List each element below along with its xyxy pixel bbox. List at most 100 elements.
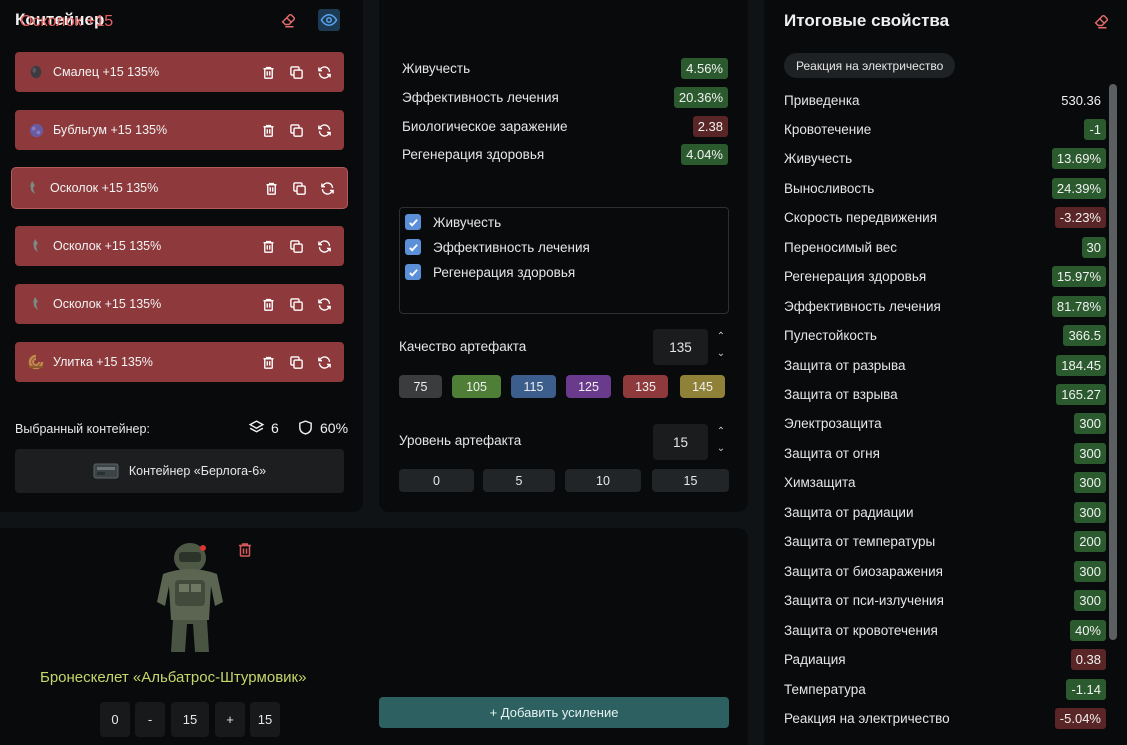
total-stat-value: 15.97%: [1051, 266, 1106, 288]
total-stat-value: 165.27: [1056, 384, 1106, 405]
artifact-row[interactable]: Улитка +15 135%: [15, 342, 344, 382]
eye-icon[interactable]: [318, 9, 340, 31]
totals-scrollbar[interactable]: [1109, 84, 1117, 640]
stat-checkbox-row[interactable]: Регенерация здоровья: [405, 264, 575, 280]
delete-suit-icon[interactable]: [234, 539, 256, 561]
total-stat-row: Живучесть 13.69%: [784, 147, 1106, 171]
total-stat-row: Эффективность лечения 81.78%: [784, 294, 1106, 318]
stat-checkbox-row[interactable]: Живучесть: [405, 214, 501, 230]
total-stat-row: Электрозащита 300: [784, 412, 1106, 436]
total-stat-row: Приведенка 530.36: [784, 88, 1106, 112]
checkbox-checked-icon[interactable]: [405, 239, 421, 255]
trash-icon[interactable]: [260, 122, 276, 138]
level-option[interactable]: 15: [652, 469, 729, 492]
chevron-down-icon[interactable]: ⌄: [717, 443, 725, 454]
total-stat-name: Защита от разрыва: [784, 357, 906, 373]
chevron-up-icon[interactable]: ⌃: [717, 331, 725, 342]
suit-level-min[interactable]: 0: [100, 702, 130, 737]
suit-level-minus[interactable]: -: [135, 702, 165, 737]
checkbox-checked-icon[interactable]: [405, 214, 421, 230]
total-stat-row: Реакция на электричество -5.04%: [784, 706, 1106, 730]
copy-icon[interactable]: [288, 238, 304, 254]
level-stepper[interactable]: ⌃ ⌄: [714, 426, 728, 454]
total-stat-name: Защита от кровотечения: [784, 622, 938, 638]
level-option[interactable]: 0: [399, 469, 474, 492]
total-stat-name: Скорость передвижения: [784, 210, 938, 226]
eraser-icon[interactable]: [1091, 10, 1113, 32]
exoskeleton-image: [157, 543, 223, 652]
artifact-row[interactable]: Бубльгум +15 135%: [15, 110, 344, 150]
total-stat-name: Защита от огня: [784, 445, 880, 461]
quality-option[interactable]: 145: [680, 375, 725, 398]
stat-value: 20.36%: [673, 86, 728, 108]
quality-option[interactable]: 135: [623, 375, 668, 398]
trash-icon[interactable]: [263, 180, 279, 196]
copy-icon[interactable]: [288, 122, 304, 138]
level-input[interactable]: 15: [653, 424, 708, 460]
chevron-up-icon[interactable]: ⌃: [717, 426, 725, 437]
total-stat-name: Температура: [784, 681, 866, 697]
total-stat-row: Защита от кровотечения 40%: [784, 618, 1106, 642]
container-name: Контейнер «Берлога-6»: [128, 464, 267, 478]
total-stat-value: 300: [1074, 501, 1106, 523]
trash-icon[interactable]: [260, 238, 276, 254]
total-stat-value: 30: [1081, 236, 1106, 258]
copy-icon[interactable]: [288, 354, 304, 370]
refresh-icon[interactable]: [319, 180, 335, 196]
total-stat-row: Защита от пси-излучения 300: [784, 589, 1106, 613]
stat-value: 4.04%: [681, 143, 728, 165]
total-stat-value: 300: [1074, 442, 1106, 464]
trash-icon[interactable]: [260, 64, 276, 80]
total-stat-row: Защита от взрыва 165.27: [784, 383, 1106, 407]
total-stat-name: Радиация: [784, 652, 846, 667]
checkbox-label: Эффективность лечения: [433, 239, 590, 255]
total-stat-name: Защита от пси-излучения: [784, 593, 944, 609]
quality-stepper[interactable]: ⌃ ⌄: [714, 331, 728, 359]
refresh-icon[interactable]: [316, 122, 332, 138]
total-stat-value: 24.39%: [1051, 177, 1106, 199]
suit-level-max[interactable]: 15: [250, 702, 280, 737]
eraser-icon[interactable]: [278, 9, 300, 31]
total-stat-row: Переносимый вес 30: [784, 235, 1106, 259]
total-stat-value: -5.04%: [1054, 707, 1106, 729]
total-stat-name: Регенерация здоровья: [784, 269, 927, 285]
artifact-row[interactable]: Осколок +15 135%: [15, 226, 344, 266]
refresh-icon[interactable]: [316, 238, 332, 254]
total-stat-name: Приведенка: [784, 92, 860, 108]
copy-icon[interactable]: [288, 64, 304, 80]
quality-input[interactable]: 135: [653, 329, 708, 365]
total-stat-name: Защита от биозаражения: [784, 563, 943, 579]
stat-name: Регенерация здоровья: [402, 146, 545, 162]
artifact-row[interactable]: Смалец +15 135%: [15, 52, 344, 92]
checkbox-label: Живучесть: [433, 214, 502, 230]
refresh-icon[interactable]: [316, 64, 332, 80]
stat-checkbox-row[interactable]: Эффективность лечения: [405, 239, 590, 255]
level-option[interactable]: 5: [483, 469, 555, 492]
suit-level-plus[interactable]: +: [215, 702, 245, 737]
quality-option[interactable]: 75: [399, 375, 442, 398]
trash-icon[interactable]: [260, 296, 276, 312]
bubblegum-artifact-icon: [27, 121, 45, 139]
quality-option[interactable]: 125: [566, 375, 611, 398]
trash-icon[interactable]: [260, 354, 276, 370]
total-stat-value: 300: [1074, 413, 1106, 435]
add-upgrade-button[interactable]: + Добавить усиление: [379, 697, 729, 728]
artifact-row[interactable]: Осколок +15 135%: [12, 168, 347, 208]
filter-chip[interactable]: Реакция на электричество: [784, 53, 956, 78]
suit-level-input[interactable]: 15: [171, 702, 209, 737]
artifact-row-label: Бубльгум +15 135%: [53, 123, 168, 137]
refresh-icon[interactable]: [316, 354, 332, 370]
level-option[interactable]: 10: [565, 469, 641, 492]
checkbox-checked-icon[interactable]: [405, 264, 421, 280]
container-select-button[interactable]: Контейнер «Берлога-6»: [15, 449, 344, 493]
quality-option[interactable]: 105: [452, 375, 501, 398]
copy-icon[interactable]: [288, 296, 304, 312]
chevron-down-icon[interactable]: ⌄: [717, 348, 725, 359]
copy-icon[interactable]: [291, 180, 307, 196]
total-stat-value: 300: [1074, 472, 1106, 494]
artifact-row[interactable]: Осколок +15 135%: [15, 284, 344, 324]
total-stat-value: -3.23%: [1054, 207, 1106, 229]
quality-option[interactable]: 115: [511, 375, 556, 398]
refresh-icon[interactable]: [316, 296, 332, 312]
checkbox-label: Регенерация здоровья: [433, 264, 576, 280]
